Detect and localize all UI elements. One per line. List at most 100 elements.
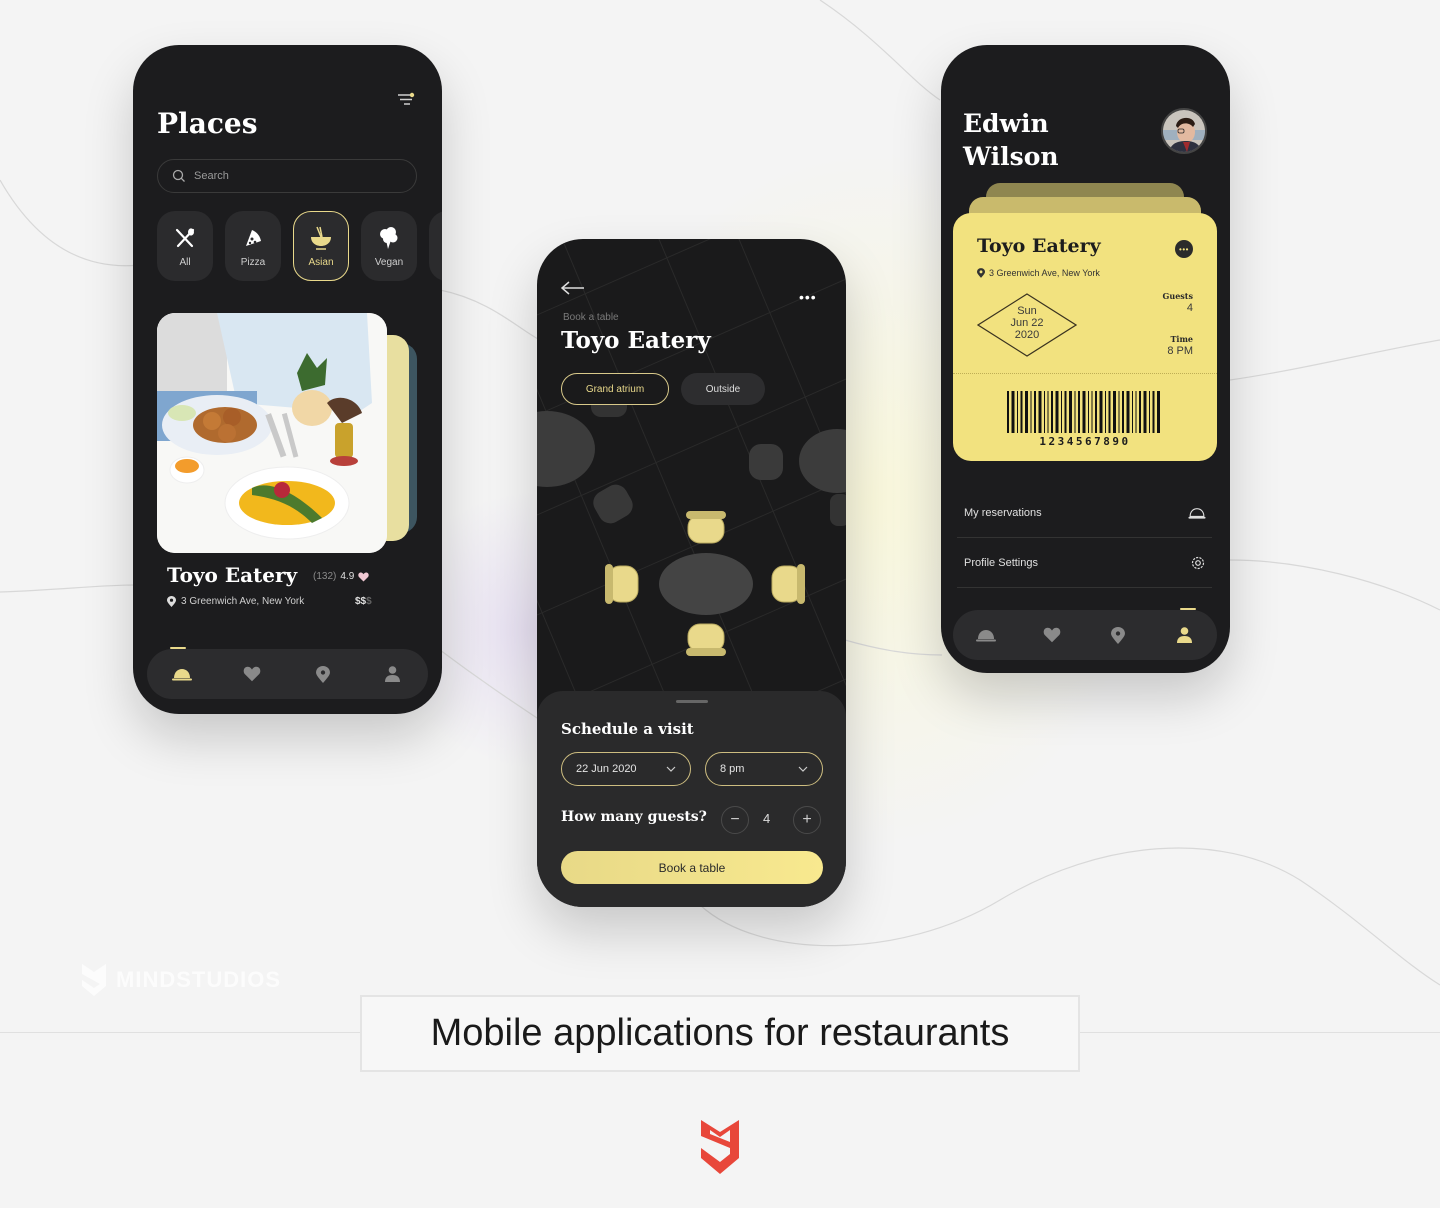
barcode-bar [1113,391,1116,433]
tab-home[interactable] [971,620,1001,650]
barcode [1007,391,1160,433]
more-options-icon[interactable]: ••• [799,289,817,305]
profile-phone: Edwin Wilson Toyo Eatery ••• 3 Greenwich… [941,45,1230,673]
location-icon [1111,626,1125,644]
category-vegan[interactable]: Vegan [361,211,417,281]
chair-other [830,494,846,526]
barcode-bar [1011,391,1015,433]
guests-label: How many guests? [561,809,707,825]
restaurant-name[interactable]: Toyo Eatery [167,563,297,587]
tab-map[interactable] [308,659,338,689]
schedule-title: Schedule a visit [561,720,694,738]
barcode-bar [1030,391,1032,433]
rating-value: 4.9 [340,571,355,582]
area-tab-outside[interactable]: Outside [681,373,765,405]
brand-logo-icon [82,964,106,996]
restaurant-photo[interactable] [157,313,387,553]
tab-favorites[interactable] [1037,620,1067,650]
places-phone: Places All Pizza Asian Vegan [133,45,442,714]
cutlery-icon [172,225,198,251]
sheet-handle[interactable] [676,700,708,703]
watermark: MINDSTUDIOS [80,962,281,998]
back-arrow-icon[interactable] [561,281,585,295]
location-icon [315,665,330,683]
tab-profile[interactable] [1169,620,1199,650]
barcode-bar [1055,391,1059,433]
brand-logo-icon [701,1120,739,1174]
barcode-bar [1034,391,1036,433]
menu-profile-settings[interactable]: Profile Settings [957,539,1212,588]
barcode-bar [1135,391,1137,433]
search-field[interactable] [157,159,417,193]
ticket-perforation [953,373,1217,374]
restaurant-card-stack[interactable] [157,313,417,553]
category-list: All Pizza Asian Vegan [157,211,442,281]
restaurant-rating: (132) 4.9 [313,571,369,582]
barcode-bar [1074,391,1076,433]
schedule-sheet: Schedule a visit 22 Jun 2020 8 pm How ma… [537,691,846,907]
area-tab-grand-atrium[interactable]: Grand atrium [561,373,669,405]
location-icon [977,268,985,278]
increase-guests-button[interactable]: + [793,806,821,834]
category-all[interactable]: All [157,211,213,281]
barcode-bar [1139,391,1141,433]
barcode-bar [1132,391,1133,433]
table-other[interactable] [799,429,846,493]
tab-home[interactable] [167,659,197,689]
selected-table[interactable] [659,553,753,615]
pizza-icon [240,225,266,251]
barcode-bar [1020,391,1023,433]
ticket-more-icon[interactable]: ••• [1175,240,1193,258]
category-label: All [179,256,191,268]
cloche-icon [1188,508,1206,519]
restaurant-address: 3 Greenwich Ave, New York [167,596,304,607]
heart-icon[interactable] [358,571,369,582]
category-asian[interactable]: Asian [293,211,349,281]
page-title: Places [157,107,258,140]
barcode-bar [1088,391,1089,433]
cloche-icon [976,630,996,642]
barcode-bar [1051,391,1053,433]
cloche-icon [172,669,193,681]
reservation-ticket[interactable]: Toyo Eatery ••• 3 Greenwich Ave, New Yor… [953,213,1217,461]
decrease-guests-button[interactable]: − [721,806,749,834]
search-icon [172,169,185,182]
chair-bottom[interactable] [687,623,725,653]
barcode-bar [1082,391,1086,433]
barcode-bar [1118,391,1120,433]
barcode-bar [1044,391,1045,433]
category-label: Asian [308,256,334,268]
chevron-down-icon [666,766,676,772]
date-select[interactable]: 22 Jun 2020 [561,752,691,786]
chair-top[interactable] [687,514,725,544]
page-subtitle: Book a table [563,312,619,323]
barcode-number: 1234567890 [1039,435,1131,448]
barcode-bar [1105,391,1106,433]
tab-map[interactable] [1103,620,1133,650]
heart-icon [244,666,261,682]
barcode-bar [1038,391,1042,433]
barcode-bar [1007,391,1009,433]
broccoli-icon [376,225,402,251]
barcode-bar [1064,391,1067,433]
filter-icon[interactable] [396,92,416,106]
barcode-bar [1108,391,1111,433]
bottom-tabbar [147,649,428,699]
barcode-bar [1143,391,1147,433]
heart-icon [1043,627,1061,643]
category-more[interactable] [429,211,442,281]
page-title: Toyo Eatery [561,327,711,354]
guests-value: 4 [1186,302,1193,314]
table-other[interactable] [537,411,595,487]
tab-favorites[interactable] [237,659,267,689]
time-select[interactable]: 8 pm [705,752,823,786]
category-pizza[interactable]: Pizza [225,211,281,281]
time-label: Time [1170,334,1193,344]
booking-phone: ••• Book a table Toyo Eatery Grand atriu… [537,239,846,907]
tab-profile[interactable] [378,659,408,689]
book-table-button[interactable]: Book a table [561,851,823,884]
barcode-bar [1025,391,1028,433]
menu-my-reservations[interactable]: My reservations [957,489,1212,538]
avatar[interactable] [1161,108,1207,154]
search-input[interactable] [194,170,394,182]
